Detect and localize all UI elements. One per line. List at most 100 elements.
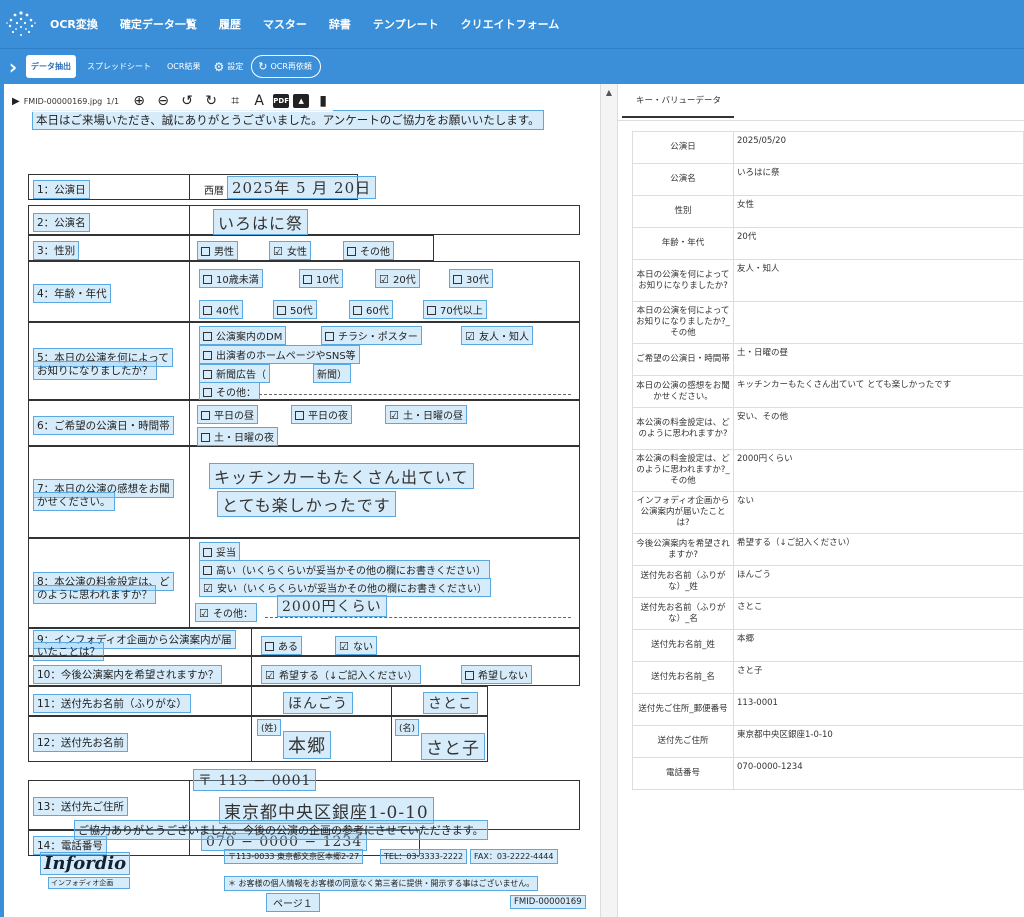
q4-opt-30s[interactable]: 30代 xyxy=(449,269,493,288)
q5-opt-flyer[interactable]: チラシ・ポスター xyxy=(321,326,422,345)
q1-era: 西暦 xyxy=(204,186,224,197)
rotate-right-icon[interactable]: ↻ xyxy=(201,93,221,109)
kv-key: 送付先ご住所_郵便番号 xyxy=(632,693,734,726)
rotate-left-icon[interactable]: ↺ xyxy=(177,93,197,109)
document-viewer: 本日はご来場いただき、誠にありがとうございました。アンケートのご協力をお願いいた… xyxy=(4,84,600,917)
nav-template[interactable]: テンプレート xyxy=(373,16,439,32)
viewer-toolbar: ▶ FMID-00000169.jpg 1/1 ⊕ ⊖ ↺ ↻ ⌗ A PDF … xyxy=(12,90,334,112)
q9-opt-yes[interactable]: ある xyxy=(261,636,302,655)
q10-opt-no[interactable]: 希望しない xyxy=(461,665,532,684)
kv-value[interactable]: さとこ xyxy=(733,597,1024,630)
q4-opt-20s[interactable]: ☑ 20代 xyxy=(375,269,420,288)
q4-opt-60s[interactable]: 60代 xyxy=(349,300,393,319)
chevron-right-icon[interactable]: › xyxy=(0,55,26,79)
kv-row: 今後公演案内を希望されますか? 希望する（↓ご記入ください） xyxy=(632,533,1024,566)
q4-opt-10s[interactable]: 10代 xyxy=(299,269,343,288)
crop-icon[interactable]: ⌗ xyxy=(225,93,245,109)
tab-data-extract[interactable]: データ抽出 xyxy=(26,55,76,78)
nav-master[interactable]: マスター xyxy=(263,16,307,32)
kv-row: 年齢・年代 20代 xyxy=(632,227,1024,260)
q5-opt-other[interactable]: その他： xyxy=(199,382,260,401)
zoom-in-icon[interactable]: ⊕ xyxy=(129,93,149,109)
q4-opt-50s[interactable]: 50代 xyxy=(273,300,317,319)
row-q12: 12：送付先お名前 (姓) (名) 本郷 さと子 xyxy=(28,716,488,762)
q5-opt-friend[interactable]: ☑ 友人・知人 xyxy=(461,326,533,345)
q6-opt-weekend-night[interactable]: 土・日曜の夜 xyxy=(197,427,278,446)
q5-opt-dm[interactable]: 公演案内のDM xyxy=(199,326,287,345)
kv-key: 電話番号 xyxy=(632,757,734,790)
nav-history[interactable]: 履歴 xyxy=(219,16,241,32)
pane-divider[interactable]: ▲ xyxy=(600,84,618,917)
kv-row: 公演日 2025/05/20 xyxy=(632,131,1024,164)
image-icon[interactable]: ▲ xyxy=(293,94,310,108)
q6-opt-weekday-night[interactable]: 平日の夜 xyxy=(291,405,352,424)
q4-opt-40s[interactable]: 40代 xyxy=(199,300,243,319)
nav-ocr-convert[interactable]: OCR変換 xyxy=(50,16,98,32)
q9-opt-no[interactable]: ☑ ない xyxy=(335,636,377,655)
q10-opt-want[interactable]: ☑ 希望する（↓ご記入ください） xyxy=(261,665,422,684)
zoom-out-icon[interactable]: ⊖ xyxy=(153,93,173,109)
reocr-label: OCR再依頼 xyxy=(270,62,312,71)
kv-value[interactable]: 本郷 xyxy=(733,629,1024,662)
q6-opt-weekend-day[interactable]: ☑ 土・日曜の昼 xyxy=(385,405,467,424)
kv-value[interactable]: 東京都中央区銀座1-0-10 xyxy=(733,725,1024,758)
q4-opt-under10[interactable]: 10歳未満 xyxy=(199,269,263,288)
reocr-button[interactable]: ↻ OCR再依頼 xyxy=(251,55,321,78)
q8-opt-other[interactable]: ☑ その他： xyxy=(195,603,257,622)
kv-value[interactable]: 2025/05/20 xyxy=(733,131,1024,164)
kv-row: 送付先ご住所_郵便番号 113-0001 xyxy=(632,693,1024,726)
tab-ocr-result[interactable]: OCR結果 xyxy=(162,55,205,78)
row-q7: 7：本日の公演の感想をお聞 かせください。 キッチンカーもたくさん出ていて とて… xyxy=(28,446,580,538)
kv-value[interactable]: 安い、その他 xyxy=(733,407,1024,450)
q8-opt-expensive[interactable]: 高い（いくらくらいが妥当かその他の欄にお書きください） xyxy=(199,560,490,579)
nav-dictionary[interactable]: 辞書 xyxy=(329,16,351,32)
kv-value[interactable]: ない xyxy=(733,491,1024,534)
q3-opt-female[interactable]: ☑ 女性 xyxy=(269,241,311,260)
app-logo-icon[interactable] xyxy=(2,5,40,43)
q3-opt-other[interactable]: その他 xyxy=(343,241,394,260)
kv-value[interactable]: 女性 xyxy=(733,195,1024,228)
kv-value[interactable]: 2000円くらい xyxy=(733,449,1024,492)
kv-value[interactable]: さと子 xyxy=(733,661,1024,694)
trash-icon[interactable]: ▮ xyxy=(313,93,333,109)
q3-opt-male[interactable]: 男性 xyxy=(197,241,238,260)
kv-value[interactable]: 友人・知人 xyxy=(733,259,1024,302)
kv-value[interactable]: 070-0000-1234 xyxy=(733,757,1024,790)
q12-sei: 本郷 xyxy=(283,731,331,759)
kv-value[interactable]: キッチンカーもたくさん出ていて とても楽しかったです xyxy=(733,375,1024,408)
kv-value[interactable]: 希望する（↓ご記入ください） xyxy=(733,533,1024,566)
pdf-icon[interactable]: PDF xyxy=(273,94,290,108)
q5-opt-newspaper[interactable]: 新聞広告（ xyxy=(199,364,270,383)
kv-value[interactable]: 20代 xyxy=(733,227,1024,260)
q8-opt-fair[interactable]: 妥当 xyxy=(199,542,240,561)
q4-opt-70plus[interactable]: 70代以上 xyxy=(423,300,487,319)
play-icon[interactable]: ▶ xyxy=(12,96,20,107)
kv-value[interactable]: ほんごう xyxy=(733,565,1024,598)
q13-label: 13：送付先ご住所 xyxy=(33,797,128,816)
nav-confirmed-data[interactable]: 確定データ一覧 xyxy=(120,16,197,32)
viewer-filename: FMID-00000169.jpg xyxy=(23,96,103,106)
q12-sei-tag: (姓) xyxy=(257,719,282,736)
kv-value[interactable] xyxy=(733,301,1024,344)
kv-key: 送付先お名前_姓 xyxy=(632,629,734,662)
kv-value[interactable]: いろはに祭 xyxy=(733,163,1024,196)
row-q3: 3：性別 男性 ☑ 女性 その他 xyxy=(28,235,434,261)
collapse-up-icon[interactable]: ▲ xyxy=(601,88,617,97)
q6-opt-weekday-day[interactable]: 平日の昼 xyxy=(197,405,258,424)
kv-value[interactable]: 土・日曜の昼 xyxy=(733,343,1024,376)
kv-row: 公演名 いろはに祭 xyxy=(632,163,1024,196)
kv-value[interactable]: 113-0001 xyxy=(733,693,1024,726)
kv-key: 本日の公演の感想をお聞かせください。 xyxy=(632,375,734,408)
tab-key-value[interactable]: キー・バリューデータ xyxy=(622,94,734,118)
row-q5: 5：本日の公演を何によって お知りになりましたか？ 公演案内のDM チラシ・ポス… xyxy=(28,322,580,401)
kv-key: 送付先お名前_名 xyxy=(632,661,734,694)
gear-icon[interactable]: ⚙ xyxy=(213,60,224,74)
tab-spreadsheet[interactable]: スプレッドシート xyxy=(82,55,156,78)
nav-create-form[interactable]: クリエイトフォーム xyxy=(461,16,560,32)
settings-button[interactable]: 設定 xyxy=(227,61,243,72)
footer-address: 〒113-0033 東京都文京区本郷2-27 xyxy=(224,849,364,864)
viewer-page: 1/1 xyxy=(106,96,120,106)
q6-label: 6：ご希望の公演日・時間帯 xyxy=(33,416,174,435)
q5-opt-sns[interactable]: 出演者のホームページやSNS等 xyxy=(199,345,360,364)
text-edit-icon[interactable]: A xyxy=(249,93,269,109)
